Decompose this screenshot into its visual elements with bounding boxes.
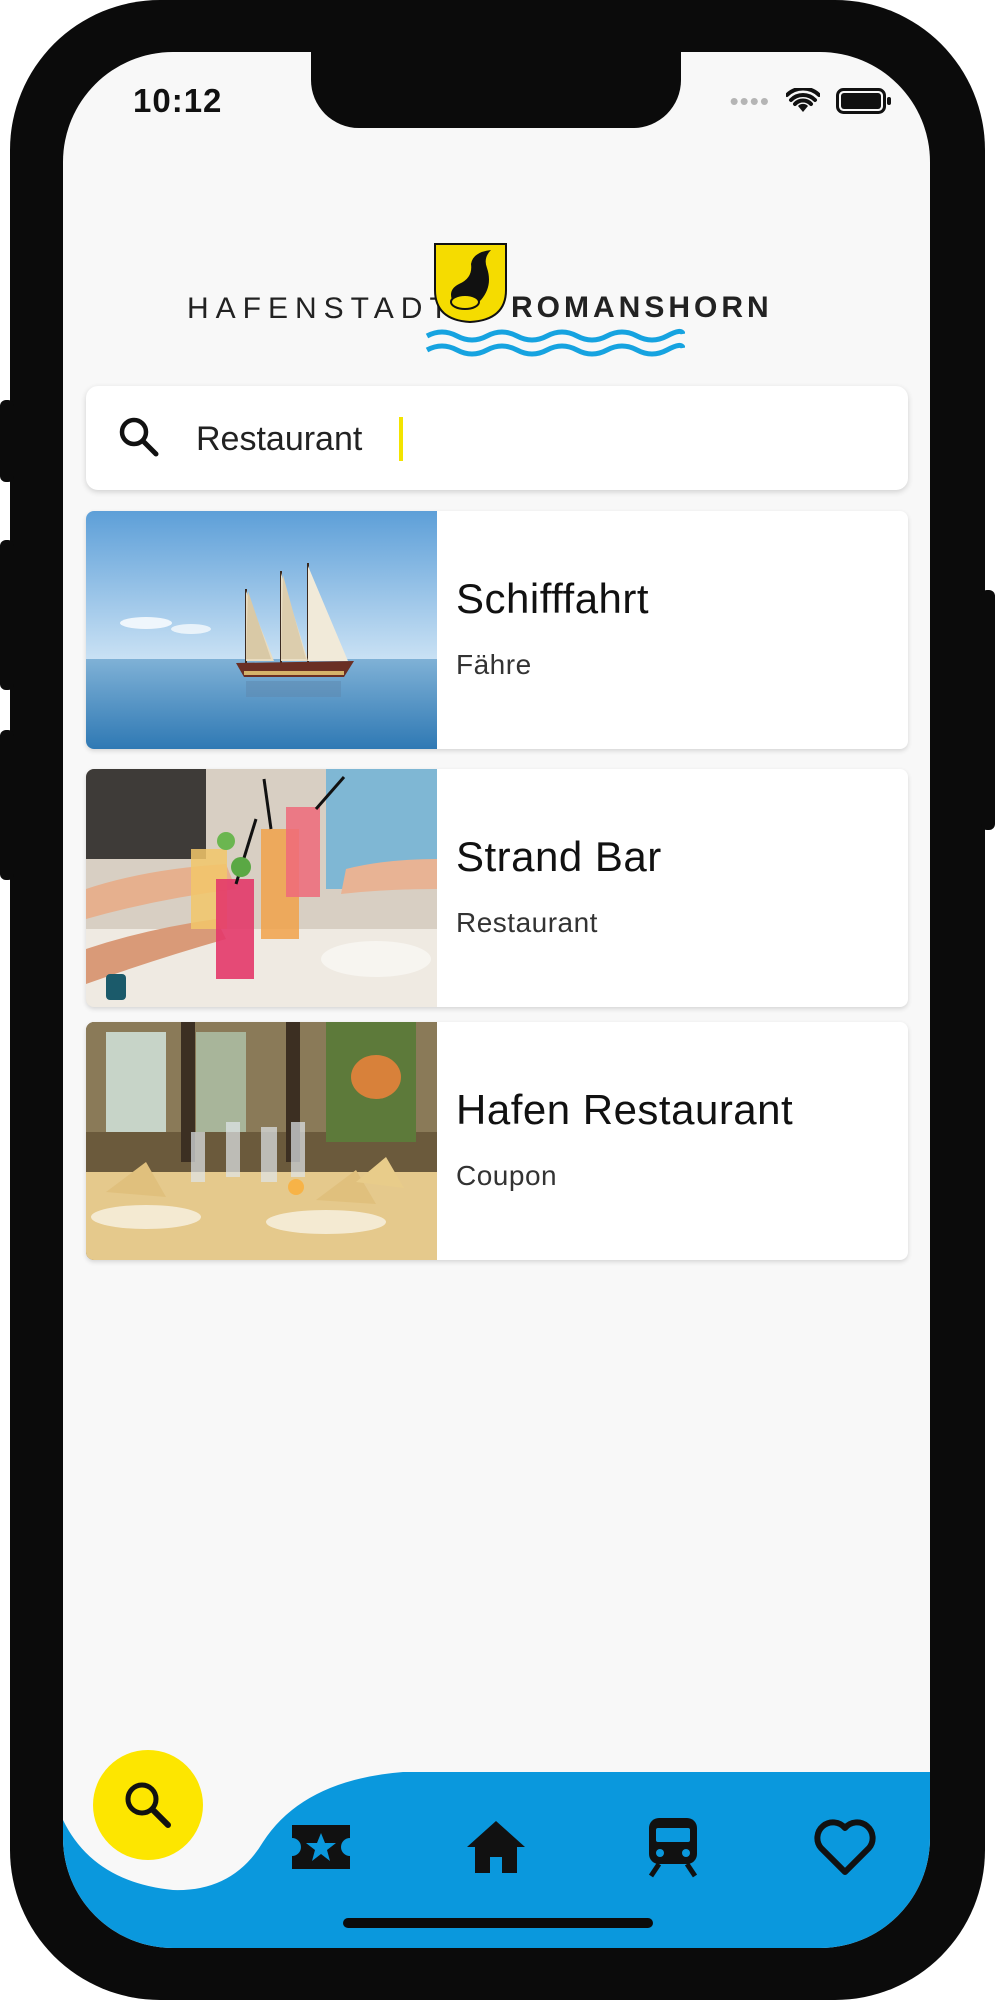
signal-dots-icon: ••••	[729, 86, 770, 116]
restaurant-tables-image	[86, 1022, 437, 1260]
notch	[311, 52, 681, 128]
result-title: Schifffahrt	[456, 575, 650, 622]
nav-home-button[interactable]	[456, 1807, 536, 1887]
result-subtitle: Fähre	[456, 649, 532, 680]
status-indicators: ••••	[730, 88, 892, 114]
result-card-hafen-restaurant[interactable]: Hafen Restaurant Coupon	[86, 1022, 908, 1260]
app-screen: 10:12 •••• HAFENSTADT ROMANSHORN Restaur…	[63, 52, 930, 1948]
sailing-ship-image	[86, 511, 437, 749]
nav-tickets-button[interactable]	[281, 1807, 361, 1887]
coat-of-arms-icon	[434, 243, 507, 324]
text-caret	[399, 417, 403, 461]
search-bar[interactable]	[86, 386, 908, 490]
logo-wave-icon	[425, 328, 685, 357]
volume-up-button	[0, 540, 14, 690]
hafenstadt-romanshorn-logo: HAFENSTADT ROMANSHORN	[63, 192, 930, 362]
cocktail-toast-image	[86, 769, 437, 1007]
silent-switch	[0, 400, 14, 482]
home-icon	[467, 1821, 525, 1873]
logo-text-right: ROMANSHORN	[511, 291, 773, 324]
wifi-icon	[786, 88, 820, 112]
power-button	[981, 590, 995, 830]
result-title: Hafen Restaurant	[456, 1086, 794, 1133]
train-icon	[648, 1818, 698, 1878]
result-card-strand-bar[interactable]: Strand Bar Restaurant	[86, 769, 908, 1007]
logo-text-left: HAFENSTADT	[187, 292, 455, 325]
volume-down-button	[0, 730, 14, 880]
battery-icon	[836, 88, 891, 114]
nav-train-button[interactable]	[633, 1807, 713, 1887]
home-indicator	[343, 1918, 653, 1928]
nav-search-button[interactable]	[93, 1750, 203, 1860]
ticket-star-icon	[292, 1825, 350, 1869]
nav-favorites-button[interactable]	[805, 1807, 885, 1887]
result-subtitle: Restaurant	[456, 907, 598, 938]
result-title: Strand Bar	[456, 833, 662, 880]
result-card-schifffahrt[interactable]: Schifffahrt Fähre	[86, 511, 908, 749]
search-input[interactable]	[194, 408, 878, 470]
heart-icon	[814, 1819, 876, 1875]
search-icon	[119, 417, 159, 457]
status-time: 10:12	[133, 82, 223, 119]
search-icon	[125, 1782, 171, 1828]
result-subtitle: Coupon	[456, 1160, 558, 1191]
